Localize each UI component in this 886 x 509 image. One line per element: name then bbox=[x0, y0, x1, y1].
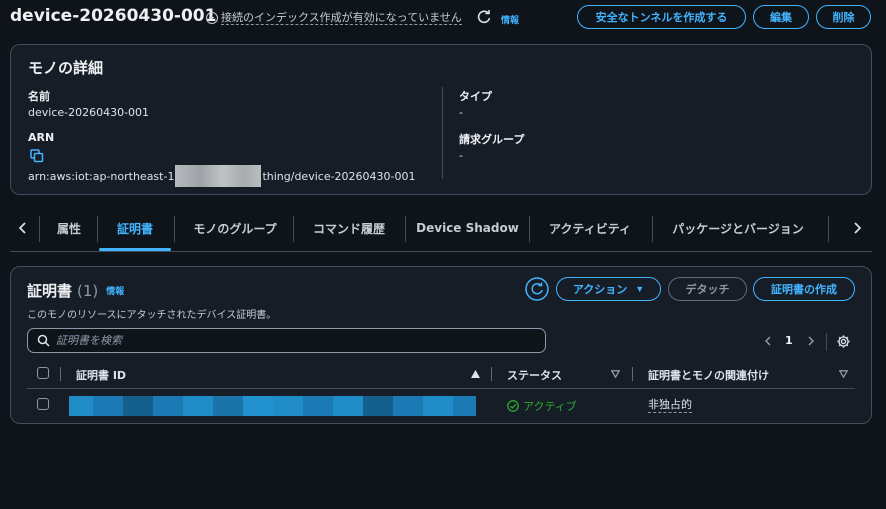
details-title: モノの詳細 bbox=[28, 59, 104, 77]
tab-bar: 属性 証明書 モノのグループ コマンド履歴 Device Shadow アクティ… bbox=[10, 206, 872, 252]
certificates-count: (1) bbox=[77, 281, 99, 300]
index-status-text[interactable]: 接続のインデックス作成が有効になっていません bbox=[221, 11, 462, 25]
billing-group-label: 請求グループ bbox=[459, 133, 525, 146]
caret-down-icon: ▼ bbox=[635, 284, 645, 294]
arn-prefix: arn:aws:iot:ap-northeast-1 bbox=[28, 169, 175, 183]
check-circle-icon bbox=[507, 400, 519, 412]
tab-thing-groups[interactable]: モノのグループ bbox=[180, 216, 290, 240]
select-all-checkbox[interactable] bbox=[37, 367, 49, 379]
tab-device-shadow[interactable]: Device Shadow bbox=[411, 216, 524, 240]
create-certificate-button[interactable]: 証明書の作成 bbox=[753, 277, 855, 301]
type-value: - bbox=[459, 106, 463, 119]
tab-attributes[interactable]: 属性 bbox=[46, 216, 92, 240]
refresh-icon[interactable] bbox=[476, 9, 492, 25]
name-value: device-20260430-001 bbox=[28, 106, 150, 119]
refresh-certificates-button[interactable] bbox=[525, 277, 549, 301]
tab-command-history[interactable]: コマンド履歴 bbox=[299, 216, 399, 240]
tab-activity[interactable]: アクティビティ bbox=[535, 216, 645, 240]
tab-packages-versions[interactable]: パッケージとバージョン bbox=[658, 216, 818, 240]
association-value[interactable]: 非独占的 bbox=[648, 398, 692, 413]
search-input[interactable] bbox=[56, 332, 536, 349]
pagination-current-page[interactable]: 1 bbox=[785, 334, 793, 347]
name-label: 名前 bbox=[28, 90, 50, 103]
arn-suffix: thing/device-20260430-001 bbox=[262, 169, 416, 183]
chevron-right-icon[interactable] bbox=[850, 221, 864, 235]
row-checkbox[interactable] bbox=[37, 398, 49, 410]
type-label: タイプ bbox=[459, 90, 492, 103]
delete-button[interactable]: 削除 bbox=[816, 5, 871, 29]
certificates-header: 証明書 (1) 情報 bbox=[27, 280, 124, 301]
table-header-divider bbox=[27, 388, 855, 389]
actions-dropdown[interactable]: アクション ▼ bbox=[556, 277, 661, 301]
column-association[interactable]: 証明書とモノの関連付け bbox=[648, 367, 769, 383]
status-text: アクティブ bbox=[523, 400, 577, 413]
column-status[interactable]: ステータス bbox=[507, 367, 562, 383]
certificate-search[interactable] bbox=[27, 328, 546, 353]
index-status[interactable]: 接続のインデックス作成が有効になっていません bbox=[206, 11, 462, 25]
sort-status-icon[interactable] bbox=[611, 370, 620, 378]
search-icon bbox=[37, 334, 50, 347]
sort-ascending-icon[interactable] bbox=[471, 370, 480, 378]
details-divider bbox=[442, 87, 443, 179]
sort-association-icon[interactable] bbox=[839, 370, 848, 378]
edit-button[interactable]: 編集 bbox=[753, 5, 809, 29]
pagination-next-icon[interactable] bbox=[805, 335, 817, 347]
create-tunnel-button[interactable]: 安全なトンネルを作成する bbox=[577, 5, 746, 29]
pagination-prev-icon[interactable] bbox=[762, 335, 774, 347]
arn-value: arn:aws:iot:ap-northeast-1 thing/device-… bbox=[28, 165, 416, 187]
minus-circle-icon bbox=[206, 12, 218, 24]
certificates-title: 証明書 bbox=[27, 282, 73, 300]
arn-label: ARN bbox=[28, 131, 55, 144]
detach-button[interactable]: デタッチ bbox=[668, 277, 747, 301]
billing-group-value: - bbox=[459, 149, 463, 162]
page-header: device-20260430-001 接続のインデックス作成が有効になっていま… bbox=[0, 0, 886, 36]
redacted-account-id bbox=[175, 165, 262, 187]
active-tab-indicator bbox=[99, 248, 171, 251]
tab-certificates[interactable]: 証明書 bbox=[103, 216, 167, 240]
thing-details-card: モノの詳細 名前 device-20260430-001 ARN arn:aws… bbox=[10, 44, 872, 195]
actions-label: アクション bbox=[572, 284, 628, 296]
redacted-certificate-id[interactable] bbox=[69, 396, 476, 416]
status-badge: アクティブ bbox=[507, 398, 577, 414]
settings-gear-icon[interactable] bbox=[836, 334, 851, 349]
copy-icon[interactable] bbox=[30, 149, 44, 163]
chevron-left-icon[interactable] bbox=[16, 221, 30, 235]
column-certificate-id[interactable]: 証明書 ID bbox=[76, 367, 126, 383]
page-title: device-20260430-001 bbox=[10, 6, 217, 26]
certificates-info-link[interactable]: 情報 bbox=[106, 284, 124, 297]
certificates-description: このモノのリソースにアタッチされたデバイス証明書。 bbox=[27, 310, 277, 321]
header-info-link[interactable]: 情報 bbox=[501, 13, 519, 26]
